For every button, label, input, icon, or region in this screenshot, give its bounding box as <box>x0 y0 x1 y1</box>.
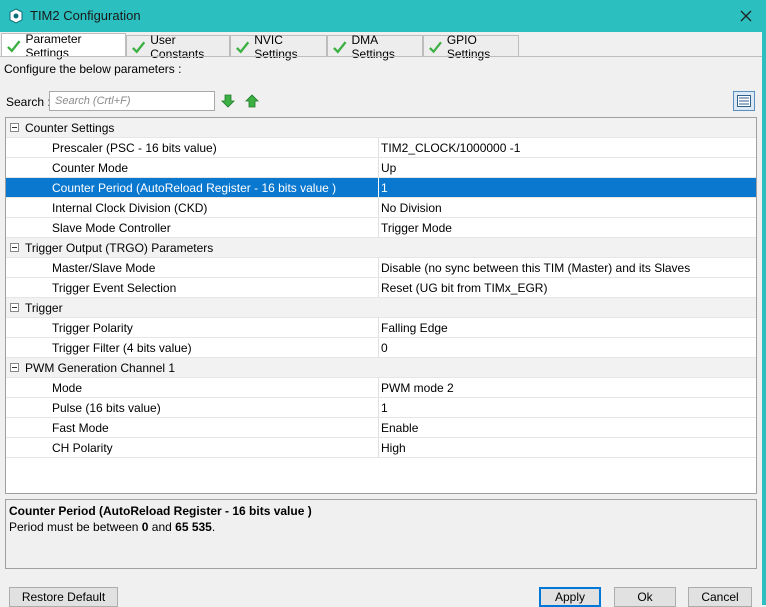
param-value[interactable]: Disable (no sync between this TIM (Maste… <box>381 261 690 275</box>
description-panel: Counter Period (AutoReload Register - 16… <box>5 499 757 569</box>
group-trigger-output[interactable]: Trigger Output (TRGO) Parameters <box>6 238 756 258</box>
check-icon <box>132 41 146 53</box>
tab-user-constants[interactable]: User Constants <box>126 33 230 61</box>
description-text: Period must be between 0 and 65 535. <box>9 520 753 534</box>
group-label: PWM Generation Channel 1 <box>25 361 176 375</box>
param-name: Counter Mode <box>52 161 129 175</box>
param-value[interactable]: 1 <box>381 401 388 415</box>
param-value[interactable]: Enable <box>381 421 418 435</box>
collapse-icon[interactable] <box>10 243 19 252</box>
cancel-button[interactable]: Cancel <box>688 587 752 607</box>
group-label: Trigger <box>25 301 63 315</box>
tab-nvic-settings[interactable]: NVIC Settings <box>230 33 327 61</box>
param-value[interactable]: Up <box>381 161 396 175</box>
ok-button[interactable]: Ok <box>614 587 676 607</box>
list-view-icon <box>737 95 751 107</box>
title-bar: TIM2 Configuration <box>0 0 766 32</box>
param-value[interactable]: Reset (UG bit from TIMx_EGR) <box>381 281 547 295</box>
table-row[interactable]: Master/Slave Mode Disable (no sync betwe… <box>6 258 756 278</box>
description-suffix: . <box>211 520 216 534</box>
param-name: Prescaler (PSC - 16 bits value) <box>52 141 217 155</box>
configure-label: Configure the below parameters : <box>4 62 182 76</box>
tab-divider <box>0 56 762 57</box>
group-trigger[interactable]: Trigger <box>6 298 756 318</box>
table-row[interactable]: Internal Clock Division (CKD) No Divisio… <box>6 198 756 218</box>
apply-button[interactable]: Apply <box>539 587 601 607</box>
param-name: Pulse (16 bits value) <box>52 401 161 415</box>
table-row-selected[interactable]: Counter Period (AutoReload Register - 16… <box>6 178 756 198</box>
list-view-button[interactable] <box>733 91 755 111</box>
description-max: 65 535 <box>175 520 212 534</box>
description-title: Counter Period (AutoReload Register - 16… <box>9 504 312 518</box>
param-name: Counter Period (AutoReload Register - 16… <box>52 181 337 195</box>
param-name: Trigger Event Selection <box>52 281 177 295</box>
parameter-grid: Counter Settings Prescaler (PSC - 16 bit… <box>5 117 757 494</box>
restore-default-button[interactable]: Restore Default <box>9 587 118 607</box>
param-name: Trigger Polarity <box>52 321 133 335</box>
param-name: Internal Clock Division (CKD) <box>52 201 208 215</box>
table-row[interactable]: Trigger Polarity Falling Edge <box>6 318 756 338</box>
param-value[interactable]: Trigger Mode <box>381 221 452 235</box>
tab-bar: Parameter Settings User Constants NVIC S… <box>0 32 762 61</box>
param-name: Fast Mode <box>52 421 109 435</box>
search-input[interactable] <box>49 91 215 111</box>
close-button[interactable] <box>726 0 766 32</box>
param-value[interactable]: PWM mode 2 <box>381 381 454 395</box>
description-prefix: Period must be between <box>9 520 142 534</box>
table-row[interactable]: Pulse (16 bits value) 1 <box>6 398 756 418</box>
tab-dma-settings[interactable]: DMA Settings <box>327 33 423 61</box>
collapse-icon[interactable] <box>10 303 19 312</box>
arrow-up-icon[interactable] <box>245 94 259 108</box>
check-icon <box>333 40 347 54</box>
param-name: Master/Slave Mode <box>52 261 156 275</box>
arrow-down-icon[interactable] <box>221 94 235 108</box>
description-mid: and <box>148 520 176 534</box>
group-label: Trigger Output (TRGO) Parameters <box>25 241 214 255</box>
table-row[interactable]: Mode PWM mode 2 <box>6 378 756 398</box>
table-row[interactable]: Trigger Filter (4 bits value) 0 <box>6 338 756 358</box>
table-row[interactable]: Prescaler (PSC - 16 bits value) TIM2_CLO… <box>6 138 756 158</box>
tab-parameter-settings[interactable]: Parameter Settings <box>1 32 126 60</box>
table-row[interactable]: Trigger Event Selection Reset (UG bit fr… <box>6 278 756 298</box>
group-label: Counter Settings <box>25 121 115 135</box>
table-row[interactable]: Slave Mode Controller Trigger Mode <box>6 218 756 238</box>
close-icon <box>740 10 752 22</box>
window-title: TIM2 Configuration <box>30 8 141 23</box>
search-label: Search : <box>6 95 51 109</box>
tab-gpio-settings[interactable]: GPIO Settings <box>423 33 519 61</box>
table-row[interactable]: CH Polarity High <box>6 438 756 458</box>
param-name: Slave Mode Controller <box>52 221 171 235</box>
param-value[interactable]: No Division <box>381 201 442 215</box>
group-pwm-channel-1[interactable]: PWM Generation Channel 1 <box>6 358 756 378</box>
check-icon <box>236 41 250 53</box>
check-icon <box>429 41 442 53</box>
param-value[interactable]: 0 <box>381 341 388 355</box>
app-logo-icon <box>9 8 23 24</box>
table-row[interactable]: Counter Mode Up <box>6 158 756 178</box>
param-value[interactable]: 1 <box>381 181 388 195</box>
window-border <box>762 32 766 605</box>
group-counter-settings[interactable]: Counter Settings <box>6 118 756 138</box>
param-name: CH Polarity <box>52 441 113 455</box>
param-value[interactable]: High <box>381 441 406 455</box>
collapse-icon[interactable] <box>10 363 19 372</box>
table-row[interactable]: Fast Mode Enable <box>6 418 756 438</box>
param-name: Mode <box>52 381 83 395</box>
collapse-icon[interactable] <box>10 123 19 132</box>
param-value[interactable]: Falling Edge <box>381 321 448 335</box>
check-icon <box>7 39 21 53</box>
param-name: Trigger Filter (4 bits value) <box>52 341 192 355</box>
param-value[interactable]: TIM2_CLOCK/1000000 -1 <box>381 141 520 155</box>
